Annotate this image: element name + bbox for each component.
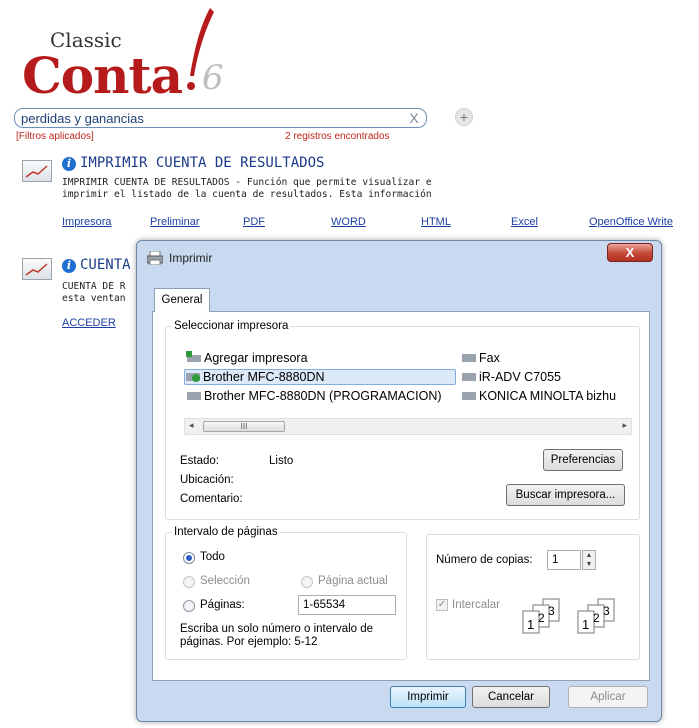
status-label: Estado:: [180, 455, 219, 467]
print-dialog: Imprimir X General Seleccionar impresora…: [136, 240, 662, 722]
preferences-button[interactable]: Preferencias: [543, 449, 623, 471]
radio-pages[interactable]: [183, 600, 195, 612]
radio-selection[interactable]: [183, 576, 195, 588]
svg-text:2: 2: [593, 611, 600, 625]
svg-text:2: 2: [538, 611, 545, 625]
printer-item-add[interactable]: Agregar impresora: [186, 351, 308, 367]
logo-conta-text: Conta: [22, 46, 183, 105]
copies-input[interactable]: [547, 550, 581, 570]
pages-input[interactable]: [298, 595, 396, 615]
result-description-line: imprimir el listado de la cuenta de resu…: [62, 189, 432, 200]
stepper-up-icon[interactable]: ▲: [583, 551, 595, 560]
printer-label: Agregar impresora: [204, 351, 308, 365]
svg-text:3: 3: [603, 604, 610, 618]
search-input[interactable]: [21, 110, 401, 126]
add-printer-icon: [186, 351, 202, 363]
svg-text:3: 3: [548, 604, 555, 618]
result-title[interactable]: IMPRIMIR CUENTA DE RESULTADOS: [80, 155, 324, 171]
printer-label: KONICA MINOLTA bizhu: [479, 389, 617, 403]
svg-text:1: 1: [527, 617, 534, 632]
close-button[interactable]: X: [607, 243, 653, 262]
comment-label: Comentario:: [180, 493, 243, 505]
apply-button[interactable]: Aplicar: [568, 686, 648, 708]
result-title[interactable]: CUENTA: [80, 257, 131, 273]
radio-all[interactable]: [183, 552, 195, 564]
svg-text:1: 1: [582, 617, 589, 632]
chart-icon: [22, 160, 52, 182]
radio-current-page[interactable]: [301, 576, 313, 588]
link-html[interactable]: HTML: [421, 216, 451, 228]
find-printer-button[interactable]: Buscar impresora...: [506, 484, 625, 506]
link-word[interactable]: WORD: [331, 216, 366, 228]
printer-item-ir-adv[interactable]: iR-ADV C7055: [461, 370, 561, 386]
chart-icon: [22, 258, 52, 280]
link-pdf[interactable]: PDF: [243, 216, 265, 228]
info-icon: i: [62, 157, 76, 171]
printer-item-konica[interactable]: KONICA MINOLTA bizhu: [461, 389, 633, 405]
link-preliminar[interactable]: Preliminar: [150, 216, 200, 228]
link-acceder[interactable]: ACCEDER: [62, 317, 116, 329]
printer-icon: [186, 389, 202, 401]
filters-applied-label: [Filtros aplicados]: [16, 131, 94, 142]
results-count: 2 registros encontrados: [285, 131, 390, 142]
scroll-thumb[interactable]: III: [203, 421, 285, 432]
select-printer-legend: Seleccionar impresora: [174, 320, 289, 332]
link-excel[interactable]: Excel: [511, 216, 538, 228]
info-icon: i: [62, 259, 76, 273]
radio-all-label: Todo: [200, 551, 225, 563]
link-impresora[interactable]: Impresora: [62, 216, 112, 228]
printer-default-icon: [185, 370, 201, 382]
printer-list-scrollbar[interactable]: ◂ III ▸: [184, 418, 632, 435]
page-range-legend: Intervalo de páginas: [174, 526, 278, 538]
printer-icon: [461, 389, 477, 401]
dialog-title: Imprimir: [169, 251, 213, 265]
result-description-line: IMPRIMIR CUENTA DE RESULTADOS - Función …: [62, 177, 432, 188]
radio-current-page-label: Página actual: [318, 575, 388, 587]
radio-pages-label: Páginas:: [200, 599, 245, 611]
printer-label: Fax: [479, 351, 500, 365]
result-description-line: CUENTA DE R: [62, 281, 126, 292]
collate-label: Intercalar: [452, 599, 500, 611]
print-button[interactable]: Imprimir: [390, 686, 466, 708]
result-description-line: esta ventan: [62, 293, 126, 304]
add-filter-button[interactable]: +: [455, 108, 473, 126]
logo-version: 6: [202, 58, 224, 98]
scroll-left-arrow-icon[interactable]: ◂: [189, 420, 194, 431]
search-box[interactable]: X: [14, 108, 427, 128]
tab-general[interactable]: General: [154, 288, 210, 312]
copies-label: Número de copias:: [436, 554, 533, 566]
collate-preview-icon: 1 2 3: [577, 598, 615, 634]
radio-selection-label: Selección: [200, 575, 250, 587]
location-label: Ubicación:: [180, 474, 234, 486]
clear-search-icon[interactable]: X: [406, 110, 422, 126]
printer-item-brother-prog[interactable]: Brother MFC-8880DN (PROGRAMACION): [186, 389, 442, 405]
printer-item-brother[interactable]: Brother MFC-8880DN: [184, 369, 456, 385]
link-openoffice[interactable]: OpenOffice Write: [589, 216, 673, 228]
printer-item-fax[interactable]: Fax: [461, 351, 500, 367]
collate-preview-icon: 1 2 3: [522, 598, 560, 634]
printer-label: iR-ADV C7055: [479, 370, 561, 384]
printer-icon: [461, 370, 477, 382]
copies-stepper[interactable]: ▲ ▼: [582, 550, 596, 570]
stepper-down-icon[interactable]: ▼: [583, 560, 595, 569]
scroll-right-arrow-icon[interactable]: ▸: [622, 420, 627, 431]
pages-hint: Escriba un solo número o intervalo de pá…: [180, 623, 374, 648]
printer-label: Brother MFC-8880DN (PROGRAMACION): [204, 389, 442, 403]
printer-icon: [147, 251, 163, 265]
collate-checkbox[interactable]: ✓: [436, 599, 448, 611]
printer-label: Brother MFC-8880DN: [203, 370, 325, 384]
status-value: Listo: [269, 455, 294, 467]
fax-icon: [461, 351, 477, 363]
general-tab-panel: Seleccionar impresora Agregar impresora …: [152, 311, 650, 681]
cancel-button[interactable]: Cancelar: [472, 686, 550, 708]
app-logo: Classic Conta 6: [10, 6, 230, 106]
